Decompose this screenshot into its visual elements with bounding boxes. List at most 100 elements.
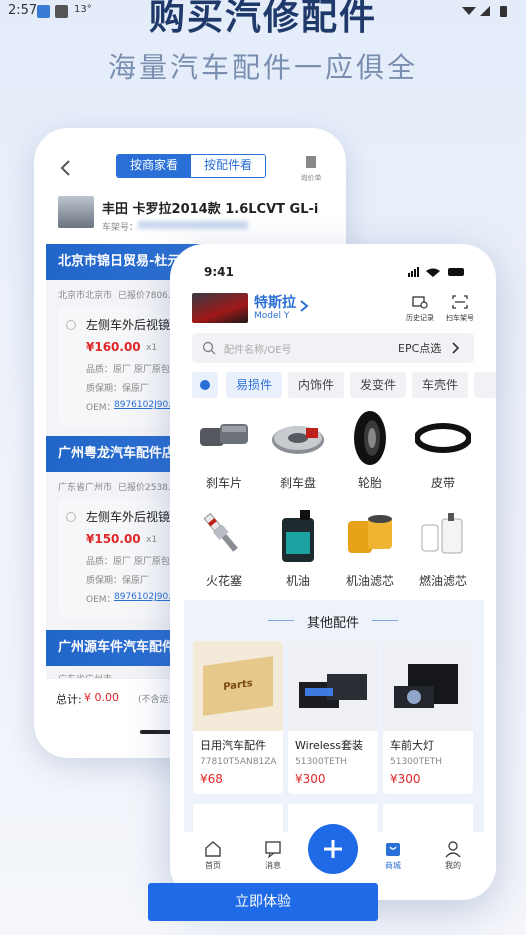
plus-icon: [324, 840, 342, 858]
other-parts-title: 其他配件: [306, 616, 359, 631]
part-price: ¥160.00: [86, 340, 141, 354]
add-button[interactable]: [308, 824, 358, 874]
frame-number-blurred: [138, 221, 248, 229]
part-price: ¥150.00: [86, 532, 141, 546]
hero-subtitle: 海量汽车配件一应俱全: [107, 51, 418, 84]
category-label: 机油滤芯: [345, 574, 394, 588]
shop-quoted: 已报价2538…: [118, 483, 177, 493]
part-qty: x1: [146, 343, 158, 353]
scan-frame-button[interactable]: 扫车架号: [440, 294, 480, 323]
oil-filter-icon: [342, 508, 398, 564]
product-code: 51300TETH: [295, 757, 348, 767]
epc-select[interactable]: EPC点选: [398, 340, 441, 356]
category-oil-filter[interactable]: 机油滤芯: [335, 508, 405, 589]
tab-label: 商城: [385, 861, 401, 870]
dot-icon: [200, 380, 210, 390]
tab-label: 首页: [205, 861, 221, 870]
product-image-text: Parts: [203, 656, 273, 716]
product-name: Wireless套装: [295, 739, 364, 752]
part-qty: x1: [146, 535, 158, 545]
chip-more[interactable]: [474, 372, 496, 398]
product-price: ¥300: [390, 772, 421, 786]
chevron-right-icon: [452, 342, 460, 354]
category-label: 刹车盘: [279, 476, 316, 490]
shop-bag-icon: [386, 843, 400, 856]
product-card[interactable]: Parts 日用汽车配件 77810T5AN81ZA ¥68: [193, 641, 283, 794]
back-arrow-icon[interactable]: [60, 160, 72, 176]
history-button[interactable]: 历史记录: [400, 294, 440, 323]
divider: [268, 620, 294, 621]
chip-wear-parts[interactable]: 易损件: [226, 372, 282, 398]
tab-mall[interactable]: 商城: [368, 840, 418, 871]
tab-label: 消息: [265, 861, 281, 870]
part-warranty: 质保期：保原厂: [86, 384, 150, 394]
car-brand[interactable]: 特斯拉: [254, 292, 296, 312]
oem-number[interactable]: 8976102J90…: [114, 400, 177, 410]
part-quality: 品质：原厂 原厂原包…: [86, 365, 179, 375]
category-tire[interactable]: 轮胎: [335, 410, 405, 491]
product-price: ¥68: [200, 772, 223, 786]
history-label: 历史记录: [406, 314, 434, 322]
product-card-partial[interactable]: [383, 804, 473, 834]
category-label: 机油: [285, 574, 310, 588]
tab-by-shop[interactable]: 按商家看: [117, 155, 191, 177]
category-brake-pad[interactable]: 刹车片: [189, 410, 259, 491]
total-value: ¥ 0.00: [84, 691, 119, 704]
scan-icon: [452, 295, 468, 309]
quote-icon: [306, 156, 316, 168]
view-toggle: 按商家看 按配件看: [116, 154, 266, 178]
fuel-filter-icon: [415, 508, 471, 564]
product-price: ¥300: [295, 772, 326, 786]
product-card-partial[interactable]: [193, 804, 283, 834]
category-fuel-filter[interactable]: 燃油滤芯: [408, 508, 478, 589]
select-radio[interactable]: [66, 512, 76, 522]
category-brake-disc[interactable]: 刹车盘: [263, 410, 333, 491]
car-thumbnail: [58, 196, 94, 228]
product-code: 51300TETH: [390, 757, 443, 767]
tab-profile[interactable]: 我的: [428, 840, 478, 871]
tab-by-part[interactable]: 按配件看: [191, 155, 265, 177]
shop-location: 北京市北京市: [58, 291, 113, 301]
tab-messages[interactable]: 消息: [248, 840, 298, 871]
part-warranty: 质保期：保原厂: [86, 576, 150, 586]
brake-disc-icon: [270, 410, 326, 466]
message-icon: [265, 841, 281, 859]
oem-number[interactable]: 8976102J90…: [114, 592, 177, 602]
chip-body[interactable]: 车壳件: [412, 372, 468, 398]
chip-engine[interactable]: 发变件: [350, 372, 406, 398]
part-quality: 品质：原厂 原厂原包…: [86, 557, 179, 567]
chip-interior[interactable]: 内饰件: [288, 372, 344, 398]
frame-label: 车架号：: [102, 223, 139, 233]
category-belt[interactable]: 皮带: [408, 410, 478, 491]
category-label: 皮带: [430, 476, 455, 490]
select-radio[interactable]: [66, 320, 76, 330]
oil-bottle-icon: [270, 508, 326, 564]
history-icon: [412, 296, 428, 309]
category-engine-oil[interactable]: 机油: [263, 508, 333, 589]
part-name: 左侧车外后视镜…: [86, 510, 183, 524]
search-bar[interactable]: 配件名称/OE号 EPC点选: [192, 333, 474, 363]
front-status-time: 9:41: [204, 265, 234, 279]
scan-label: 扫车架号: [446, 314, 474, 322]
quote-list-button[interactable]: 询价单: [296, 154, 326, 183]
divider: [372, 620, 398, 621]
search-input[interactable]: 配件名称/OE号: [224, 341, 292, 356]
chip-all[interactable]: [192, 372, 218, 398]
category-spark-plug[interactable]: 火花塞: [189, 508, 259, 589]
category-label: 火花塞: [205, 574, 242, 588]
tab-label: 我的: [445, 861, 461, 870]
car-name: 丰田 卡罗拉2014款 1.6LCVT GL-i: [102, 202, 319, 217]
tab-home[interactable]: 首页: [188, 840, 238, 871]
product-name: 日用汽车配件: [200, 739, 266, 752]
product-card[interactable]: Wireless套装 51300TETH ¥300: [288, 641, 378, 794]
tire-icon: [342, 410, 398, 466]
brake-pad-icon: [196, 410, 252, 466]
product-card[interactable]: 车前大灯 51300TETH ¥300: [383, 641, 473, 794]
shop-quoted: 已报价7806…: [118, 291, 177, 301]
category-label: 轮胎: [357, 476, 382, 490]
chevron-right-icon[interactable]: [299, 299, 309, 313]
front-phone-screen: 9:41 特斯拉 Model Y 历史记录 扫车架号 配件名称/OE号 EPC点…: [170, 244, 496, 900]
try-now-button[interactable]: 立即体验: [148, 883, 378, 921]
spark-plug-icon: [196, 508, 252, 564]
oem-label: OEM：: [86, 595, 116, 605]
